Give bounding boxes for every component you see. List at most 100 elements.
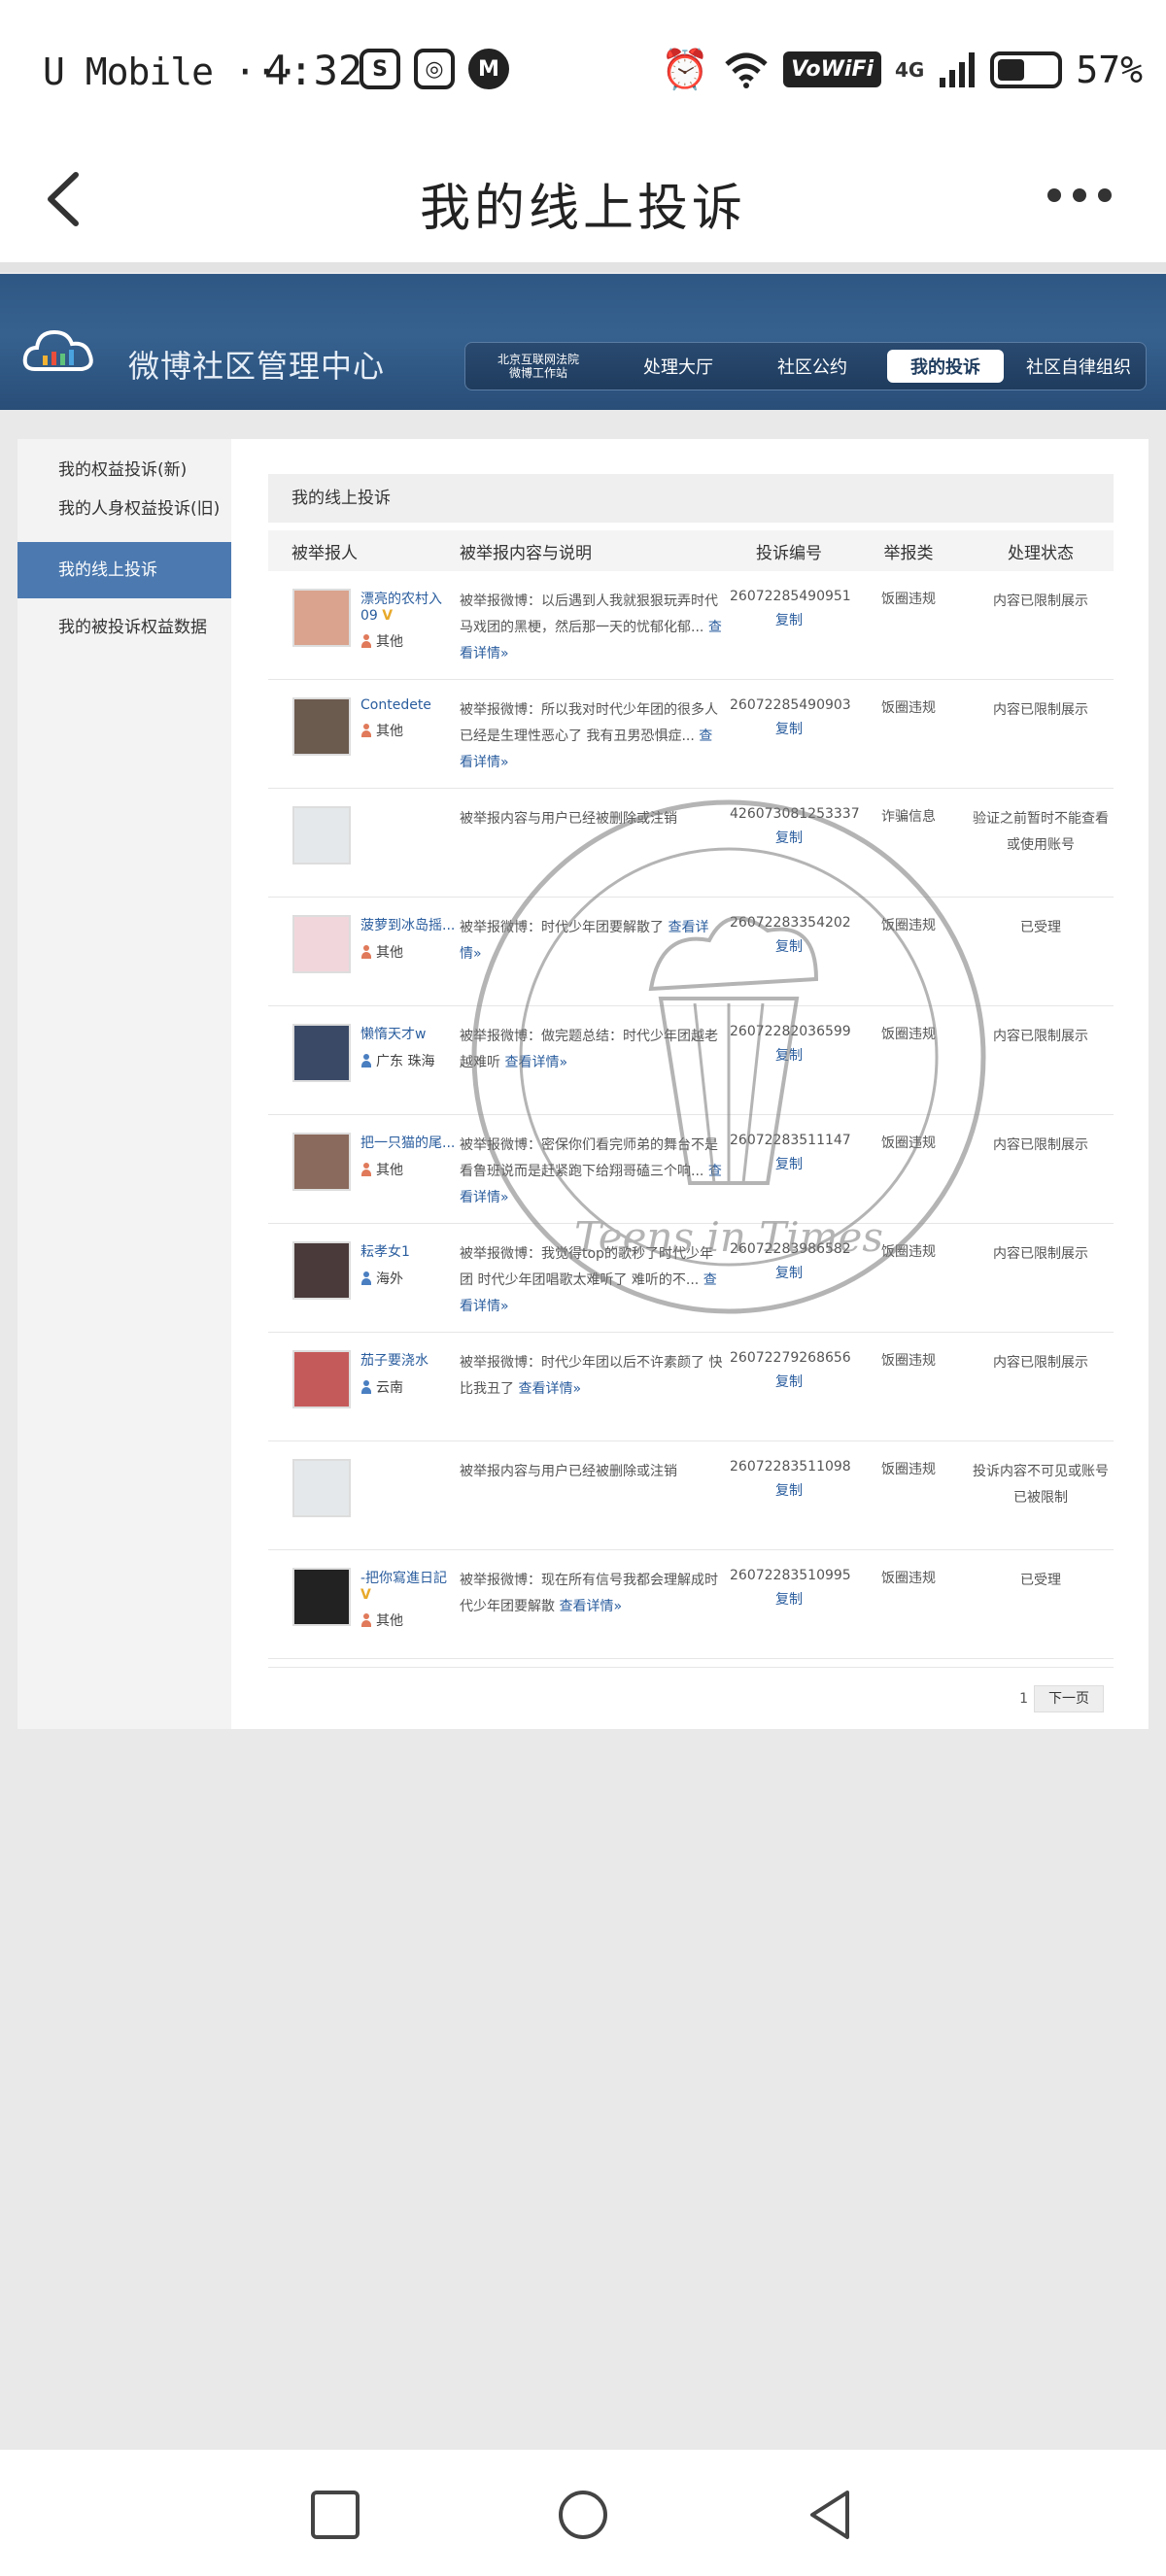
battery-percent: 57% <box>1076 48 1143 91</box>
complaint-id: 426073081253337 <box>730 806 860 822</box>
reported-user-name[interactable]: 耘孝女1 <box>360 1244 410 1260</box>
table-row: 耘孝女1 海外 被举报微博：我觉得top的歌秒了时代少年团 时代少年团唱歌太难听了 … <box>268 1223 1114 1333</box>
status-cell: 内容已限制展示 <box>968 571 1114 680</box>
copy-link[interactable]: 复制 <box>730 1480 848 1500</box>
avatar[interactable] <box>292 1350 351 1408</box>
complaint-id: 26072283511147 <box>730 1133 851 1148</box>
report-type: 饭圈违规 <box>881 1571 936 1586</box>
table-row: 被举报内容与用户已经被删除或注销 426073081253337 复制 诈骗信息 验证… <box>268 788 1114 898</box>
avatar[interactable] <box>292 915 351 973</box>
status-cell: 已受理 <box>968 897 1114 1006</box>
status-text: 投诉内容不可见或账号已被限制 <box>973 1464 1109 1506</box>
id-cell: 26072283510995 复制 <box>729 1549 851 1659</box>
user-location: 其他 <box>376 634 403 650</box>
page-title: 我的线上投诉 <box>419 180 746 238</box>
col-id: 投诉编号 <box>729 530 849 571</box>
type-cell: 饭圈违规 <box>849 1005 968 1115</box>
user-location: 云南 <box>376 1380 403 1396</box>
copy-link[interactable]: 复制 <box>730 1589 848 1609</box>
sidebar-item-online-complaints[interactable]: 我的线上投诉 <box>17 542 231 598</box>
complaint-id: 26072283986582 <box>730 1241 851 1257</box>
instagram-icon: ◎ <box>414 49 455 89</box>
content-text: 被举报内容与用户已经被删除或注销 <box>460 811 677 827</box>
copy-link[interactable]: 复制 <box>730 610 848 629</box>
table-row: 茄子要浇水 云南 被举报微博：时代少年团以后不许素颜了 快比我丑了 查看详情» 260… <box>268 1332 1114 1441</box>
view-details-link[interactable]: 查看详情» <box>559 1599 622 1614</box>
reported-user-name[interactable]: 把一只猫的尾... <box>360 1135 455 1151</box>
avatar[interactable] <box>292 1241 351 1300</box>
back-nav-icon[interactable] <box>805 2489 857 2541</box>
person-icon <box>360 1271 372 1285</box>
reported-user-name[interactable]: -把你寫進日記 <box>360 1571 447 1586</box>
reported-user-name[interactable]: 懒惰天才w <box>360 1027 426 1042</box>
report-type: 诈骗信息 <box>881 809 936 825</box>
site-brand: 微博社区管理中心 <box>128 348 386 385</box>
more-icon[interactable] <box>1047 188 1112 202</box>
content-cell: 被举报内容与用户已经被删除或注销 <box>459 788 729 898</box>
reported-user-cell: 漂亮的农村入09 V 其他 <box>268 571 459 680</box>
copy-link[interactable]: 复制 <box>730 1045 848 1065</box>
avatar[interactable] <box>292 1024 351 1082</box>
user-location: 其他 <box>376 1163 403 1178</box>
report-type: 饭圈违规 <box>881 1353 936 1369</box>
main-content: 我的线上投诉 被举报人 被举报内容与说明 投诉编号 举报类 处理状态 漂亮的农村… <box>268 474 1114 1659</box>
reported-user-cell <box>268 1441 459 1550</box>
avatar[interactable] <box>292 589 351 647</box>
reported-user-cell: 茄子要浇水云南 <box>268 1332 459 1441</box>
nav-court-station[interactable]: 北京互联网法院 微博工作站 <box>465 353 611 380</box>
sidebar-item-complained-data[interactable]: 我的被投诉权益数据 <box>17 608 231 647</box>
id-cell: 426073081253337 复制 <box>729 788 860 898</box>
nav-convention[interactable]: 社区公约 <box>745 354 879 379</box>
m-app-icon: M <box>468 49 509 89</box>
recents-icon[interactable] <box>309 2489 361 2541</box>
avatar[interactable] <box>292 806 351 864</box>
home-icon[interactable] <box>557 2489 609 2541</box>
report-type: 饭圈违规 <box>881 700 936 716</box>
nav-hall[interactable]: 处理大厅 <box>611 354 745 379</box>
copy-link[interactable]: 复制 <box>730 936 848 956</box>
status-bar: U Mobile ··· 4:32 S ◎ M ⏰ VoWiFi 4G 57% <box>0 0 1166 146</box>
reported-user-cell: 把一只猫的尾... 其他 <box>268 1114 459 1224</box>
content-cell: 被举报内容与用户已经被删除或注销 <box>459 1441 729 1550</box>
table-header-row: 被举报人 被举报内容与说明 投诉编号 举报类 处理状态 <box>268 530 1114 571</box>
nav-my-complaints[interactable]: 我的投诉 <box>887 350 1004 383</box>
copy-link[interactable]: 复制 <box>730 828 848 847</box>
reported-user-name[interactable]: 漂亮的农村入09 <box>360 592 442 624</box>
sidebar-item-personal-rights-old[interactable]: 我的人身权益投诉(旧) <box>17 490 231 528</box>
content-cell: 被举报微博：现在所有信号我都会理解成时代少年团要解散 查看详情» <box>459 1549 729 1659</box>
copy-link[interactable]: 复制 <box>730 719 848 738</box>
avatar[interactable] <box>292 1133 351 1191</box>
type-cell: 饭圈违规 <box>849 679 968 789</box>
pagination: 1 下一页 <box>268 1667 1114 1712</box>
next-page-button[interactable]: 下一页 <box>1034 1685 1104 1712</box>
copy-link[interactable]: 复制 <box>730 1372 848 1391</box>
sidebar-item-rights-new[interactable]: 我的权益投诉(新) <box>17 451 231 490</box>
avatar[interactable] <box>292 697 351 756</box>
page-number[interactable]: 1 <box>1019 1691 1028 1707</box>
reported-user-name[interactable]: 茄子要浇水 <box>360 1353 429 1369</box>
reported-user-name[interactable]: 菠萝到冰岛摇... <box>360 918 455 933</box>
sidebar: 我的权益投诉(新) 我的人身权益投诉(旧) 我的线上投诉 我的被投诉权益数据 <box>17 439 231 1729</box>
avatar[interactable] <box>292 1568 351 1626</box>
type-cell: 饭圈违规 <box>849 571 968 680</box>
alarm-icon: ⏰ <box>661 48 710 92</box>
user-location: 海外 <box>376 1271 403 1287</box>
copy-link[interactable]: 复制 <box>730 1154 848 1173</box>
view-details-link[interactable]: 查看详情» <box>504 1055 567 1070</box>
table-row: -把你寫進日記 V 其他 被举报微博：现在所有信号我都会理解成时代少年团要解散 查看… <box>268 1549 1114 1659</box>
view-details-link[interactable]: 查看详情» <box>518 1381 581 1397</box>
user-location: 广东 珠海 <box>376 1054 435 1069</box>
battery-icon <box>990 51 1063 88</box>
id-cell: 26072283511147 复制 <box>729 1114 851 1224</box>
complaint-id: 26072285490903 <box>730 697 851 713</box>
avatar[interactable] <box>292 1459 351 1517</box>
content-cell: 被举报微博：做完题总结：时代少年团越老越难听 查看详情» <box>459 1005 729 1115</box>
person-icon <box>360 1163 372 1176</box>
status-cell: 内容已限制展示 <box>968 679 1114 789</box>
user-location: 其他 <box>376 945 403 961</box>
reported-user-name[interactable]: Contedete <box>360 697 431 713</box>
report-type: 饭圈违规 <box>881 1244 936 1260</box>
nav-self-regulation[interactable]: 社区自律组织 <box>1012 354 1146 379</box>
copy-link[interactable]: 复制 <box>730 1263 848 1282</box>
reported-user-cell: 菠萝到冰岛摇... 其他 <box>268 897 459 1006</box>
